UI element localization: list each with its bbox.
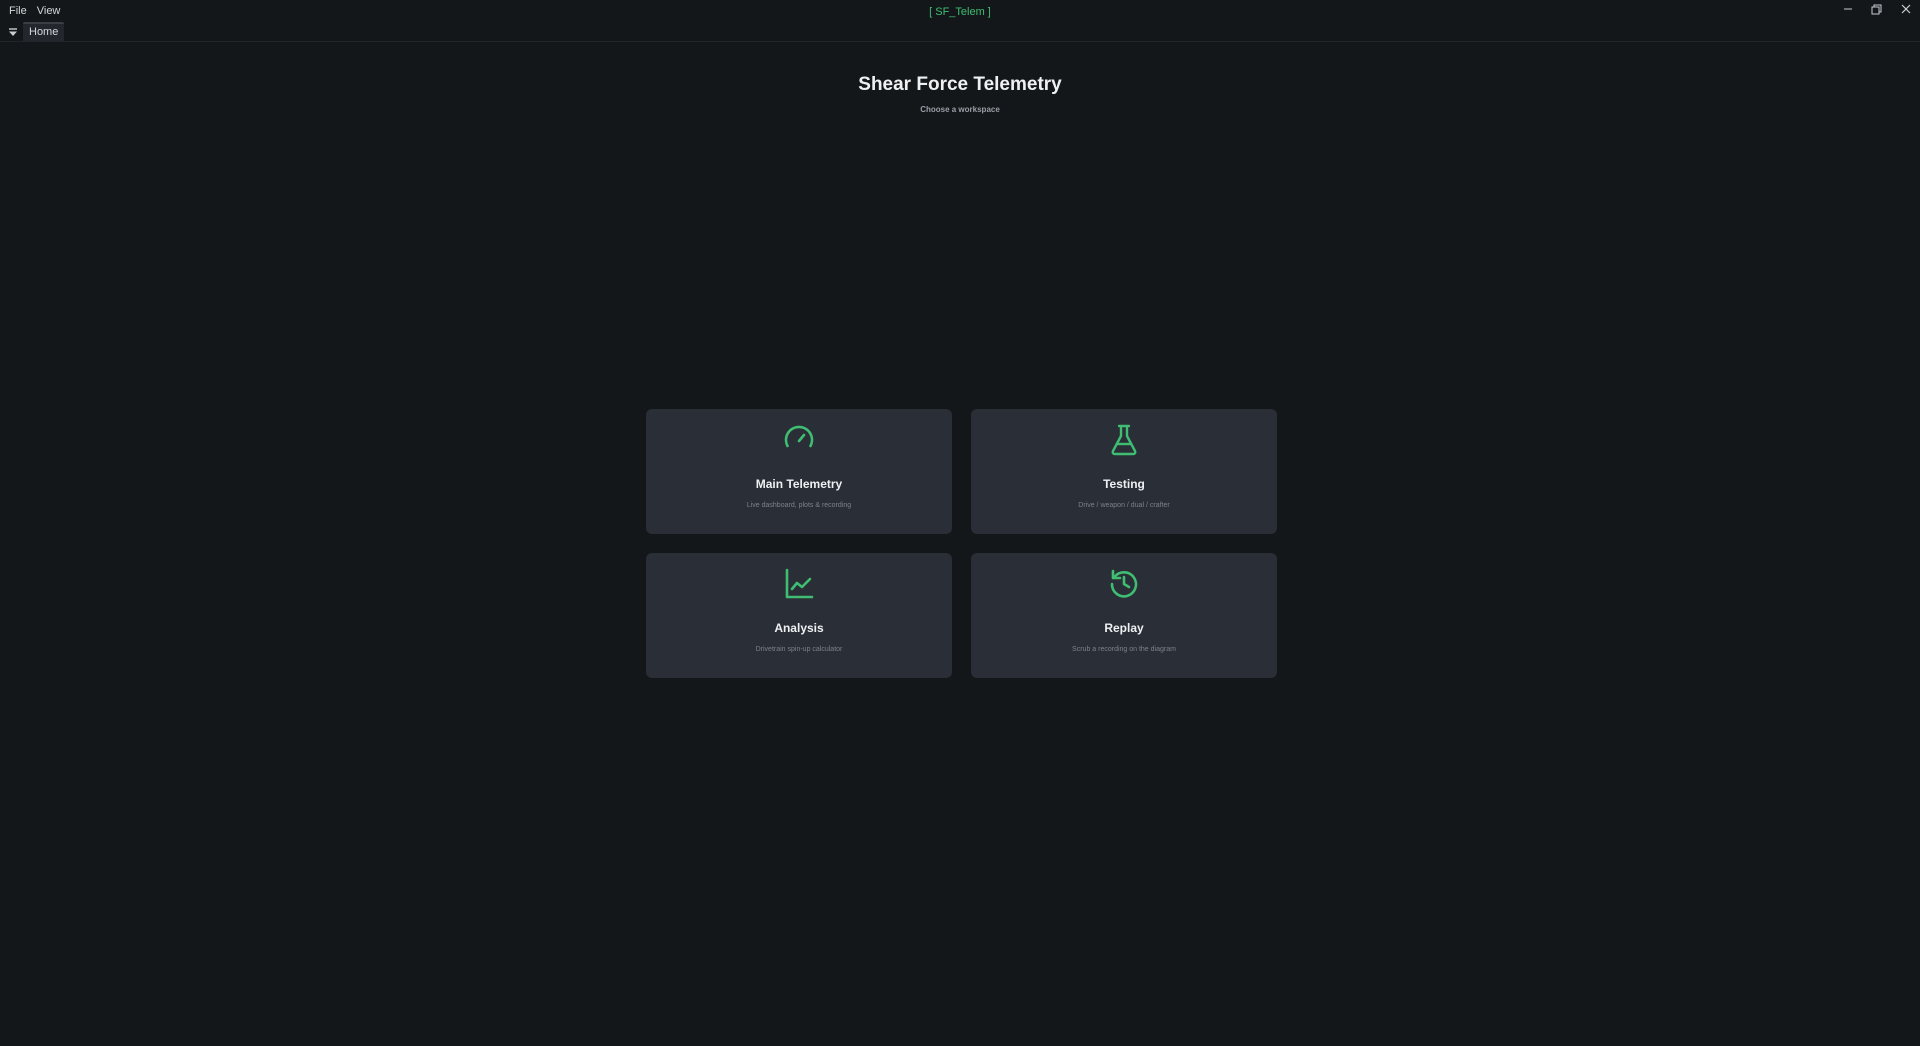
workspace-title: Analysis [774, 621, 824, 635]
window-controls [1833, 0, 1920, 18]
minimize-icon [1843, 8, 1852, 10]
workspace-title: Replay [1104, 621, 1144, 635]
workspace-description: Drive / weapon / dual / crafter [1078, 502, 1170, 509]
close-button[interactable] [1891, 0, 1920, 18]
workspace-card-replay[interactable]: Replay Scrub a recording on the diagram [971, 553, 1277, 678]
title-bar: File View [ SF_Telem ] [0, 0, 1920, 21]
tab-bar: Home [0, 21, 1920, 42]
minimize-button[interactable] [1833, 0, 1862, 18]
workspace-description: Scrub a recording on the diagram [1072, 646, 1176, 653]
tab-home[interactable]: Home [23, 22, 65, 41]
gauge-icon [784, 425, 814, 448]
workspace-card-testing[interactable]: Testing Drive / weapon / dual / crafter [971, 409, 1277, 534]
window-title: [ SF_Telem ] [929, 6, 991, 18]
menu-bar: File View [4, 2, 65, 21]
workspace-description: Drivetrain spin-up calculator [755, 646, 843, 653]
history-icon [1110, 569, 1138, 598]
tab-list-button[interactable] [7, 25, 19, 37]
page-subtitle: Choose a workspace [920, 105, 1000, 114]
workspace-card-analysis[interactable]: Analysis Drivetrain spin-up calculator [646, 553, 952, 678]
window-title-container: [ SF_Telem ] [0, 5, 1920, 19]
menu-file[interactable]: File [4, 2, 32, 21]
close-icon [1901, 4, 1910, 14]
tab-list-icon [9, 28, 17, 36]
workspace-title: Testing [1103, 477, 1145, 491]
restore-icon [1871, 4, 1882, 14]
restore-button[interactable] [1862, 0, 1891, 18]
page-title: Shear Force Telemetry [858, 74, 1062, 95]
menu-view[interactable]: View [32, 2, 66, 21]
workspace-card-main-telemetry[interactable]: Main Telemetry Live dashboard, plots & r… [646, 409, 952, 534]
flask-icon [1111, 424, 1137, 456]
workspace-description: Live dashboard, plots & recording [746, 502, 852, 509]
line-chart-icon [785, 568, 814, 599]
workspace-title: Main Telemetry [755, 477, 843, 491]
